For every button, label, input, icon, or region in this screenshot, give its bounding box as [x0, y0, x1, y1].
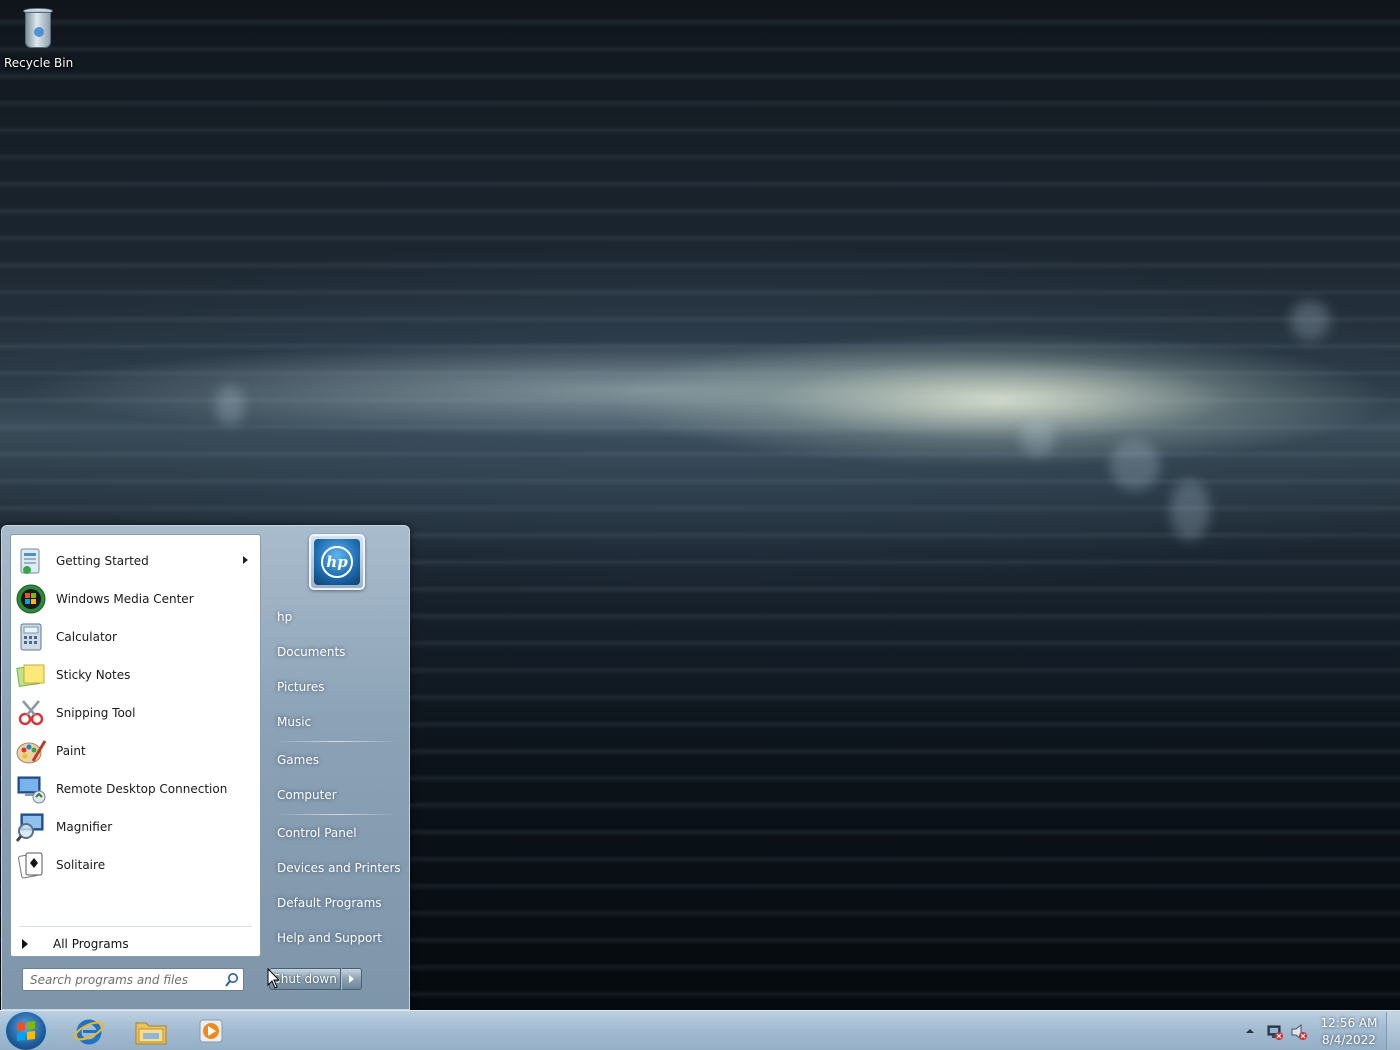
place-music[interactable]: Music [277, 715, 311, 729]
volume-muted-icon[interactable] [1290, 1023, 1308, 1041]
program-sticky-notes[interactable]: Sticky Notes [11, 656, 260, 694]
media-player-icon [199, 1019, 223, 1043]
hp-logo-text: hp [321, 546, 353, 578]
start-button[interactable] [6, 1012, 46, 1050]
all-programs-button[interactable]: All Programs [19, 931, 253, 957]
start-menu-places-pane: hp hp Documents Pictures Music Games Com… [262, 526, 410, 1011]
place-pictures[interactable]: Pictures [277, 680, 325, 694]
clock-time: 12:56 AM [1320, 1016, 1378, 1030]
program-label: Solitaire [56, 858, 106, 872]
internet-explorer-icon [74, 1019, 104, 1045]
place-devices-and-printers[interactable]: Devices and Printers [277, 861, 401, 875]
program-label: Getting Started [56, 554, 149, 568]
place-games[interactable]: Games [277, 753, 319, 767]
recycle-bin-label: Recycle Bin [4, 56, 74, 70]
chevron-right-icon [349, 975, 354, 983]
clock-date: 8/4/2022 [1322, 1033, 1376, 1047]
program-label: Paint [56, 744, 86, 758]
place-default-programs[interactable]: Default Programs [277, 896, 382, 910]
wallpaper-light [1170, 480, 1210, 540]
sticky-notes-icon [15, 659, 47, 691]
taskbar: 12:56 AM 8/4/2022 [0, 1010, 1400, 1050]
shutdown-options-button[interactable] [341, 968, 362, 990]
places-separator [274, 814, 400, 815]
all-programs-label: All Programs [53, 937, 129, 951]
program-label: Sticky Notes [56, 668, 131, 682]
calculator-icon [15, 621, 47, 653]
program-label: Magnifier [56, 820, 113, 834]
taskbar-clock[interactable]: 12:56 AM 8/4/2022 [1314, 1015, 1384, 1049]
all-programs-separator [19, 926, 252, 927]
show-hidden-icons-arrow-icon[interactable] [1246, 1029, 1254, 1033]
wallpaper-light [215, 385, 245, 425]
recycle-bin[interactable]: Recycle Bin [4, 6, 74, 70]
program-label: Snipping Tool [56, 706, 136, 720]
windows-media-center-icon [15, 583, 47, 615]
wallpaper-light [1020, 420, 1056, 456]
start-menu: Getting Started Windows Media Center Cal… [1, 525, 410, 1010]
mouse-cursor-icon [267, 968, 281, 989]
program-solitaire[interactable]: Solitaire [11, 846, 260, 884]
solitaire-icon [15, 849, 47, 881]
program-getting-started[interactable]: Getting Started [11, 542, 260, 580]
paint-icon [15, 735, 47, 767]
taskbar-windows-explorer[interactable] [126, 1014, 176, 1048]
wallpaper-light [1290, 300, 1330, 340]
recycle-bin-icon [21, 6, 55, 50]
program-magnifier[interactable]: Magnifier [11, 808, 260, 846]
place-hp[interactable]: hp [277, 610, 292, 624]
program-remote-desktop-connection[interactable]: Remote Desktop Connection [11, 770, 260, 808]
folder-icon [135, 1022, 167, 1045]
start-menu-programs-pane: Getting Started Windows Media Center Cal… [10, 534, 261, 957]
wallpaper-light [1110, 440, 1160, 490]
magnifier-icon [15, 811, 47, 843]
taskbar-internet-explorer[interactable] [64, 1014, 114, 1048]
getting-started-icon [15, 545, 47, 577]
user-picture[interactable]: hp [309, 534, 365, 590]
show-desktop-button[interactable] [1386, 1012, 1400, 1050]
place-control-panel[interactable]: Control Panel [277, 826, 357, 840]
program-label: Calculator [56, 630, 117, 644]
places-separator [274, 741, 400, 742]
program-label: Remote Desktop Connection [56, 782, 228, 796]
hp-logo-icon: hp [314, 539, 360, 585]
place-help-and-support[interactable]: Help and Support [277, 931, 382, 945]
search-input[interactable] [22, 968, 244, 991]
program-list: Getting Started Windows Media Center Cal… [11, 535, 260, 884]
submenu-arrow-icon[interactable] [243, 556, 248, 564]
program-windows-media-center[interactable]: Windows Media Center [11, 580, 260, 618]
program-calculator[interactable]: Calculator [11, 618, 260, 656]
program-snipping-tool[interactable]: Snipping Tool [11, 694, 260, 732]
search-icon[interactable] [224, 972, 240, 988]
windows-logo-icon [17, 1021, 35, 1041]
program-paint[interactable]: Paint [11, 732, 260, 770]
place-computer[interactable]: Computer [277, 788, 337, 802]
all-programs-arrow-icon [22, 939, 28, 949]
program-label: Windows Media Center [56, 592, 194, 606]
remote-desktop-icon [15, 773, 47, 805]
taskbar-media-player[interactable] [186, 1014, 236, 1048]
snipping-tool-icon [15, 697, 47, 729]
place-documents[interactable]: Documents [277, 645, 345, 659]
network-icon[interactable] [1266, 1023, 1284, 1041]
